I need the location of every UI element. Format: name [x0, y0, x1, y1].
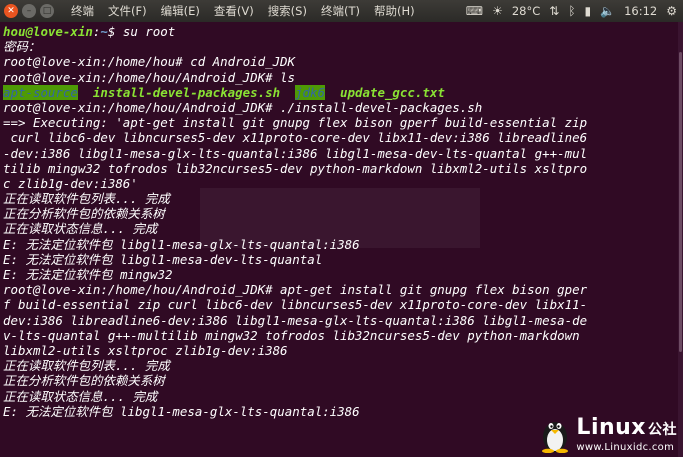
terminal-text: update_gcc.txt [340, 84, 445, 100]
terminal-line: hou@love-xin:~$ su root [3, 24, 677, 39]
terminal-line: E: 无法定位软件包 libgl1-mesa-glx-lts-quantal:i… [3, 237, 677, 252]
battery-icon[interactable]: ▮ [585, 4, 592, 18]
logo-text: Linux 公社 www.Linuxidc.com [576, 415, 677, 454]
terminal-text: 正在读取状态信息... 完成 [3, 221, 158, 237]
terminal-text: ~ [100, 24, 108, 39]
menu-edit[interactable]: 编辑(E) [154, 3, 207, 19]
terminal-text: hou@love-xin [3, 24, 93, 39]
logo-name: Linux [576, 415, 646, 440]
terminal-text: -dev:i386 libgl1-mesa-glx-lts-quantal:i3… [3, 145, 588, 161]
terminal-line: root@love-xin:/home/hou/Android_JDK# ./i… [3, 100, 677, 115]
terminal-line: curl libc6-dev libncurses5-dev x11proto-… [3, 130, 677, 145]
indicator-area: ⌨ ☀ 28°C ⇅ ᛒ ▮ 🔈 16:12 ⚙ [466, 4, 683, 18]
top-panel: ✕ – □ 终端 文件(F) 编辑(E) 查看(V) 搜索(S) 终端(T) 帮… [0, 0, 683, 22]
terminal-line: tilib mingw32 tofrodos lib32ncurses5-dev… [3, 161, 677, 176]
terminal-line: apt-source install-devel-packages.sh jdk… [3, 84, 677, 100]
terminal-line: ==> Executing: 'apt-get install git gnup… [3, 115, 677, 130]
menu-file[interactable]: 文件(F) [101, 3, 154, 19]
logo-cn: 公社 [648, 422, 677, 438]
terminal-text: f build-essential zip curl libc6-dev lib… [3, 297, 588, 313]
terminal-window: ✕ – □ 终端 文件(F) 编辑(E) 查看(V) 搜索(S) 终端(T) 帮… [0, 0, 683, 457]
terminal-text: root@love-xin:/home/hou/Android_JDK# apt… [3, 282, 588, 298]
terminal-text: root@love-xin:/home/hou# cd Android_JDK [3, 54, 296, 70]
volume-icon[interactable]: 🔈 [600, 4, 615, 18]
terminal-text: root@love-xin:/home/hou/Android_JDK# ls [3, 69, 296, 85]
terminal-line: 正在分析软件包的依赖关系树 [3, 206, 677, 221]
terminal-text: ==> Executing: 'apt-get install git gnup… [3, 115, 588, 131]
scrollbar[interactable] [678, 22, 683, 457]
site-logo: Linux 公社 www.Linuxidc.com [540, 415, 677, 453]
menu-search[interactable]: 搜索(S) [261, 3, 314, 19]
scrollbar-thumb[interactable] [679, 52, 682, 352]
terminal-line: 正在读取状态信息... 完成 [3, 389, 677, 404]
terminal-line: 正在读取软件包列表... 完成 [3, 191, 677, 206]
terminal-line: libxml2-utils xsltproc zlib1g-dev:i386 [3, 343, 677, 358]
terminal-line: root@love-xin:/home/hou# cd Android_JDK [3, 54, 677, 69]
bluetooth-icon[interactable]: ᛒ [568, 4, 575, 18]
terminal-text: jdk6 [295, 84, 326, 100]
menu-view[interactable]: 查看(V) [207, 3, 261, 19]
terminal-text: c zlib1g-dev:i386' [3, 175, 138, 191]
terminal-line: E: 无法定位软件包 mingw32 [3, 267, 677, 282]
terminal-line: dev:i386 libreadline6-dev:i386 libgl1-me… [3, 313, 677, 328]
terminal-text: curl libc6-dev libncurses5-dev x11proto-… [3, 130, 588, 146]
terminal-line: -dev:i386 libgl1-mesa-glx-lts-quantal:i3… [3, 146, 677, 161]
terminal-line: root@love-xin:/home/hou/Android_JDK# ls [3, 70, 677, 85]
terminal-text: apt-source [3, 84, 78, 100]
logo-url: www.Linuxidc.com [576, 442, 675, 453]
terminal-text: v-lts-quantal g++-multilib mingw32 tofro… [3, 327, 580, 343]
terminal-text: libxml2-utils xsltproc zlib1g-dev:i386 [3, 342, 288, 358]
terminal-text: E: 无法定位软件包 libgl1-mesa-glx-lts-quantal:i… [3, 236, 360, 252]
terminal-text: 正在分析软件包的依赖关系树 [3, 206, 165, 222]
terminal-text: tilib mingw32 tofrodos lib32ncurses5-dev… [3, 160, 588, 176]
terminal-line: E: 无法定位软件包 libgl1-mesa-dev-lts-quantal [3, 252, 677, 267]
menu-help[interactable]: 帮助(H) [367, 3, 422, 19]
terminal-line: 正在分析软件包的依赖关系树 [3, 373, 677, 388]
menu-terminal[interactable]: 终端(T) [314, 3, 367, 19]
terminal-text: 正在读取状态信息... 完成 [3, 388, 158, 404]
terminal-text: dev:i386 libreadline6-dev:i386 libgl1-me… [3, 312, 588, 328]
terminal-line: 正在读取状态信息... 完成 [3, 221, 677, 236]
terminal-text: E: 无法定位软件包 libgl1-mesa-dev-lts-quantal [3, 251, 323, 267]
terminal-text: install-devel-packages.sh [92, 84, 281, 100]
terminal-line: 正在读取软件包列表... 完成 [3, 358, 677, 373]
terminal-line: c zlib1g-dev:i386' [3, 176, 677, 191]
terminal-line: 密码： [3, 39, 677, 54]
terminal-text: 密码： [3, 39, 41, 55]
terminal-text: 正在读取软件包列表... 完成 [3, 191, 170, 207]
clock[interactable]: 16:12 [624, 4, 657, 18]
window-controls: ✕ – □ [0, 4, 54, 18]
maximize-icon[interactable]: □ [40, 4, 54, 18]
terminal-output[interactable]: hou@love-xin:~$ su root 密码： root@love-xin:… [3, 24, 677, 457]
network-icon[interactable]: ⇅ [549, 4, 559, 18]
gear-icon[interactable]: ⚙ [666, 4, 677, 18]
menu-bar: 终端 文件(F) 编辑(E) 查看(V) 搜索(S) 终端(T) 帮助(H) [64, 3, 422, 19]
sun-icon[interactable]: ☀ [492, 4, 503, 18]
terminal-text: E: 无法定位软件包 mingw32 [3, 267, 173, 282]
terminal-text: 正在读取软件包列表... 完成 [3, 358, 170, 374]
terminal-line: root@love-xin:/home/hou/Android_JDK# apt… [3, 282, 677, 297]
terminal-text: $ su root [107, 24, 176, 39]
terminal-text: E: 无法定位软件包 libgl1-mesa-glx-lts-quantal:i… [3, 403, 360, 419]
terminal-text: 正在分析软件包的依赖关系树 [3, 373, 165, 389]
close-icon[interactable]: ✕ [4, 4, 18, 18]
temperature-readout[interactable]: 28°C [512, 4, 540, 18]
keyboard-icon[interactable]: ⌨ [466, 4, 483, 18]
menu-app-title: 终端 [71, 4, 94, 18]
terminal-line: v-lts-quantal g++-multilib mingw32 tofro… [3, 328, 677, 343]
tux-icon [542, 422, 569, 453]
minimize-icon[interactable]: – [22, 4, 36, 18]
terminal-text: root@love-xin:/home/hou/Android_JDK# ./i… [3, 99, 483, 115]
terminal-line: f build-essential zip curl libc6-dev lib… [3, 297, 677, 312]
